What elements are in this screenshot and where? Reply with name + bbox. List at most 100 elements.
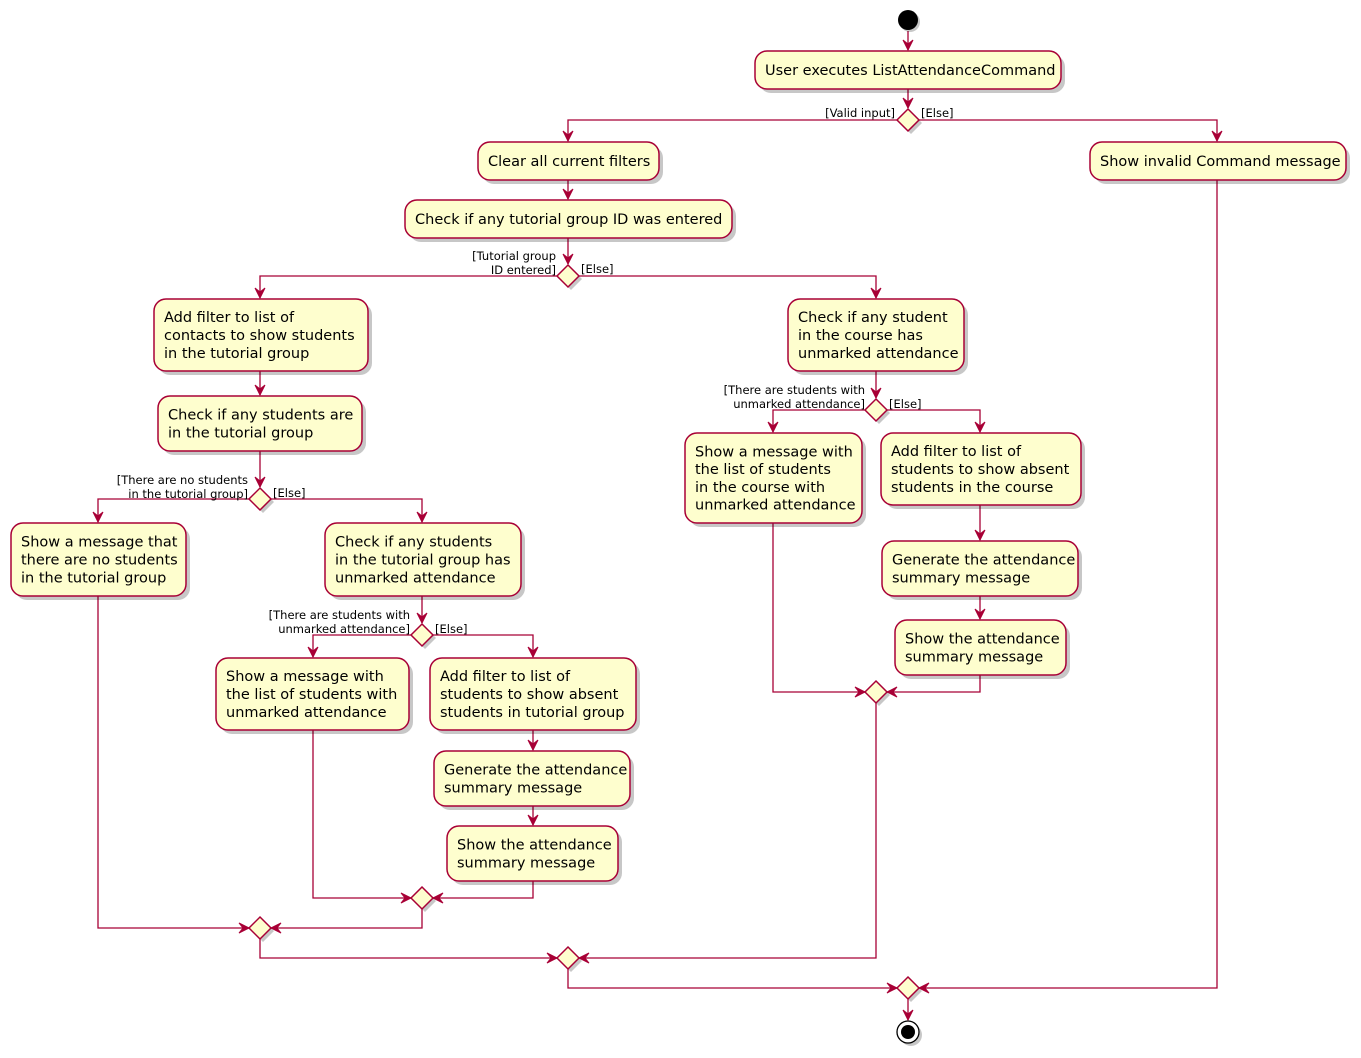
merge-node-tg-outer xyxy=(247,915,274,942)
action-label: Show a message with xyxy=(226,669,384,685)
action-show-unmarked-tg: Show a message with the list of students … xyxy=(215,657,413,734)
activity-diagram: User executes ListAttendanceCommand Show … xyxy=(10,10,1350,1046)
flow-edge xyxy=(271,909,423,929)
action-label: in the course has xyxy=(798,328,923,344)
flow-edge xyxy=(567,969,897,989)
action-label: in the tutorial group has xyxy=(335,553,511,569)
guard-else-1: [Else] xyxy=(921,106,954,120)
flow-edge xyxy=(579,703,877,959)
action-check-tg-id: Check if any tutorial group ID was enter… xyxy=(404,199,736,242)
action-label: students to show absent xyxy=(440,687,619,703)
action-clear-filters: Clear all current filters xyxy=(477,141,663,184)
flow-edge xyxy=(259,939,557,959)
action-check-unmarked-tg: Check if any students in the tutorial gro… xyxy=(324,522,525,600)
guard-label: [Tutorial group xyxy=(472,249,556,263)
action-label: Show the attendance xyxy=(457,838,612,854)
action-label: Generate the attendance xyxy=(444,763,627,779)
guard-label: in the tutorial group] xyxy=(128,487,248,501)
action-show-unmarked-course: Show a message with the list of students i… xyxy=(684,432,866,527)
action-label: Show invalid Command message xyxy=(1100,154,1341,170)
guard-tg-id-entered: [Tutorial group ID entered] xyxy=(472,249,556,277)
guard-else-4: [Else] xyxy=(435,622,468,636)
merge-node-final xyxy=(895,975,922,1002)
decision-node-unmarked-tg xyxy=(409,622,436,649)
guard-else-2: [Else] xyxy=(581,262,614,276)
nodes: User executes ListAttendanceCommand Show … xyxy=(10,10,1350,1046)
action-label: there are no students xyxy=(21,553,178,569)
action-label: the list of students with xyxy=(226,687,397,703)
guard-label: [There are students with xyxy=(724,383,865,397)
action-label: the list of students xyxy=(695,462,831,478)
flow-edge xyxy=(259,275,557,298)
action-generate-summary-tg: Generate the attendancesummary message xyxy=(433,750,634,810)
start-circle xyxy=(898,10,918,30)
action-add-filter-tg: Add filter to list of contacts to show st… xyxy=(153,298,372,375)
guard-no-students: [There are no students in the tutorial g… xyxy=(117,473,248,501)
guard-label: [Else] xyxy=(435,622,468,636)
action-label: User executes ListAttendanceCommand xyxy=(765,63,1056,79)
action-label: Add filter to list of xyxy=(440,669,571,685)
guard-unmarked-tg: [There are students with unmarked attend… xyxy=(269,608,410,636)
flow-edge xyxy=(433,634,534,657)
decision-node-valid xyxy=(895,107,922,134)
action-label: summary message xyxy=(905,649,1043,665)
end-inner-dot xyxy=(901,1025,915,1039)
end-node xyxy=(896,1020,922,1046)
guard-label: [Else] xyxy=(273,486,306,500)
action-label: Add filter to list of xyxy=(891,444,1022,460)
flow-edge xyxy=(312,730,411,899)
action-label: Show the attendance xyxy=(905,632,1060,648)
action-label: Check if any students are xyxy=(168,408,353,424)
action-label: Check if any student xyxy=(798,310,948,326)
action-label: in the tutorial group xyxy=(164,346,309,362)
guard-label: [Else] xyxy=(581,262,614,276)
action-label: unmarked attendance xyxy=(798,346,959,362)
guard-label: [Else] xyxy=(921,106,954,120)
action-label: summary message xyxy=(444,780,582,796)
guard-label: unmarked attendance] xyxy=(278,622,410,636)
action-label: summary message xyxy=(457,855,595,871)
flow-edge xyxy=(772,409,865,432)
action-label: students to show absent xyxy=(891,462,1070,478)
action-label: Check if any tutorial group ID was enter… xyxy=(415,212,722,228)
action-label: Show a message that xyxy=(21,535,178,551)
action-label: unmarked attendance xyxy=(695,498,856,514)
action-label: Check if any students xyxy=(335,535,492,551)
action-label: in the tutorial group xyxy=(168,425,313,441)
flow-edge xyxy=(97,596,249,929)
action-label: Clear all current filters xyxy=(488,154,650,170)
flow-edge xyxy=(579,275,877,298)
action-label: contacts to show students xyxy=(164,328,355,344)
action-show-invalid: Show invalid Command message xyxy=(1089,141,1350,184)
guard-valid-input: [Valid input] xyxy=(825,106,895,120)
flow-edge xyxy=(271,498,423,522)
guard-else-5: [Else] xyxy=(889,397,922,411)
flow-edge xyxy=(887,409,981,432)
action-check-students-in-tg: Check if any students arein the tutorial… xyxy=(157,395,366,455)
merge-node-tg-inner xyxy=(409,885,436,912)
action-label: summary message xyxy=(892,570,1030,586)
flow-edge xyxy=(772,523,865,693)
decision-node-tg-id xyxy=(555,263,582,290)
action-label: students in tutorial group xyxy=(440,705,624,721)
guard-else-3: [Else] xyxy=(273,486,306,500)
decision-node-students-in-tg xyxy=(247,486,274,513)
action-show-no-students: Show a message that there are no students… xyxy=(10,522,190,600)
action-user-executes: User executes ListAttendanceCommand xyxy=(754,50,1065,93)
guard-label: [Else] xyxy=(889,397,922,411)
merge-node-course xyxy=(863,679,890,706)
flow-edge xyxy=(919,119,1218,141)
action-show-summary-course: Show the attendancesummary message xyxy=(894,619,1070,679)
action-add-filter-absent-course: Add filter to list of students to show ab… xyxy=(880,432,1085,509)
guard-label: unmarked attendance] xyxy=(733,397,865,411)
flow-edge xyxy=(97,498,249,522)
action-show-summary-tg: Show the attendancesummary message xyxy=(446,825,622,885)
guard-label: [Valid input] xyxy=(825,106,895,120)
merge-node-main xyxy=(555,945,582,972)
action-label: students in the course xyxy=(891,480,1053,496)
action-add-filter-absent-tg: Add filter to list of students to show ab… xyxy=(429,657,640,734)
action-label: Show a message with xyxy=(695,444,853,460)
action-label: unmarked attendance xyxy=(335,570,496,586)
decision-node-unmarked-course xyxy=(863,397,890,424)
action-label: Add filter to list of xyxy=(164,310,295,326)
